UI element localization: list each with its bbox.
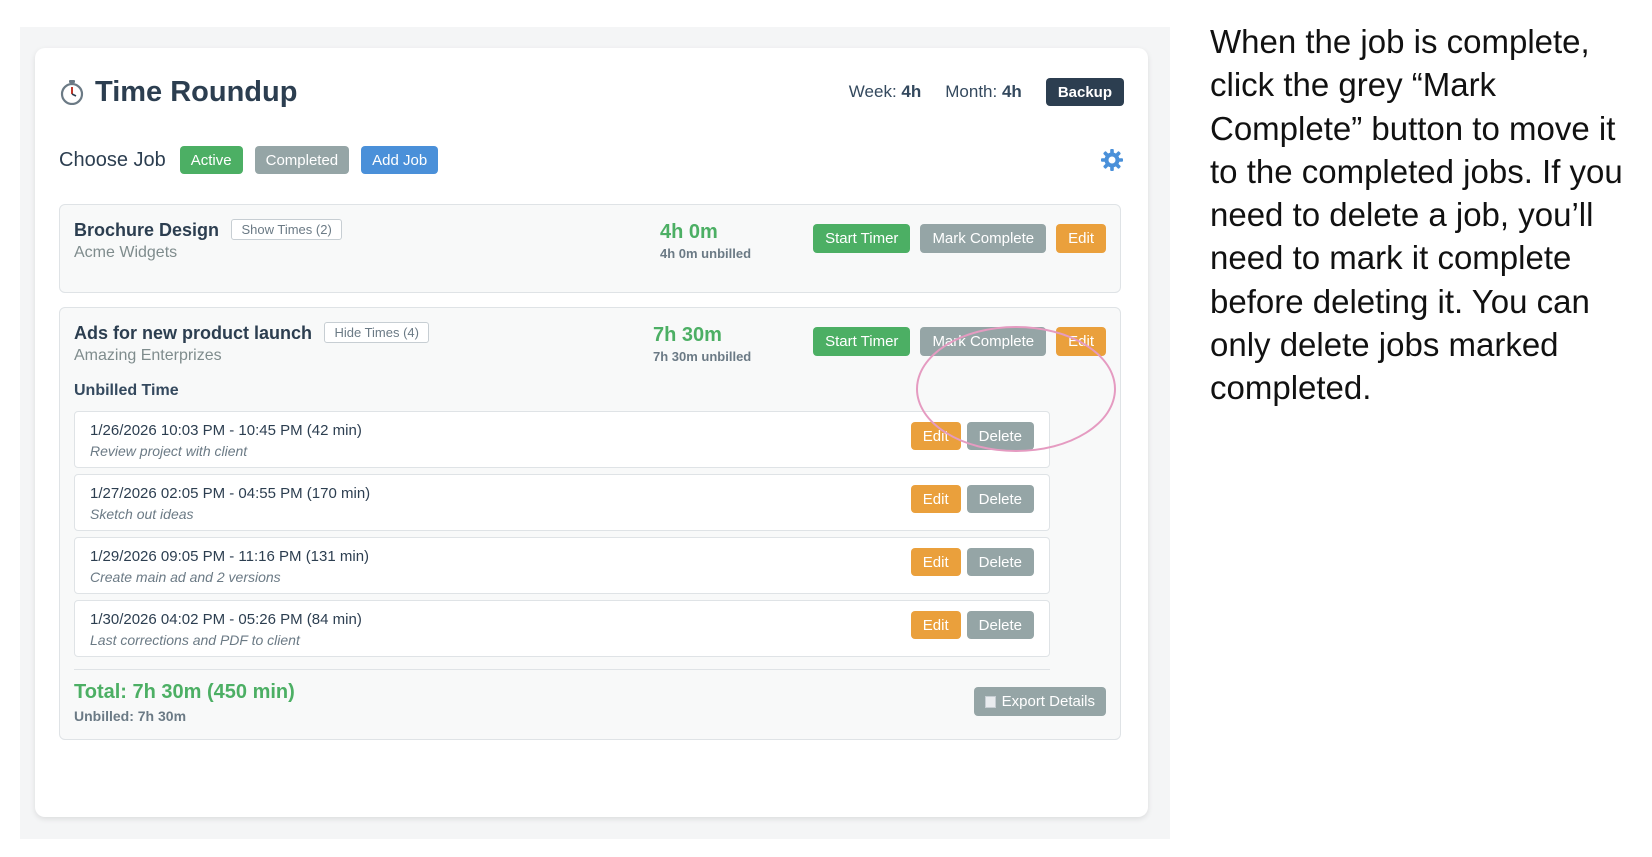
app-card: Time Roundup Week: 4h Month: 4h Backup C… xyxy=(35,48,1148,817)
header-stats: Week: 4h Month: 4h Backup xyxy=(849,78,1124,106)
filter-completed-button[interactable]: Completed xyxy=(254,146,350,174)
start-timer-button[interactable]: Start Timer xyxy=(813,224,911,253)
week-stat: Week: 4h xyxy=(849,82,921,102)
totals-divider xyxy=(74,669,1050,670)
choose-job-label: Choose Job xyxy=(59,148,166,171)
week-value: 4h xyxy=(901,82,922,101)
edit-job-button[interactable]: Edit xyxy=(1056,224,1106,253)
job-card: Brochure Design Show Times (2) Acme Widg… xyxy=(59,204,1121,293)
job-total: 7h 30m 7h 30m unbilled xyxy=(653,324,751,364)
month-stat: Month: 4h xyxy=(945,82,1022,102)
week-label: Week: xyxy=(848,82,897,101)
job-name: Brochure Design xyxy=(74,220,220,240)
time-entry-note: Review project with client xyxy=(90,443,248,459)
edit-entry-button[interactable]: Edit xyxy=(910,485,961,513)
edit-job-button[interactable]: Edit xyxy=(1056,327,1106,356)
job-total: 4h 0m 4h 0m unbilled xyxy=(660,221,751,261)
show-times-button[interactable]: Show Times (2) xyxy=(231,219,342,240)
time-entry-actions: Edit Delete xyxy=(910,422,1034,450)
add-job-button[interactable]: Add Job xyxy=(361,146,439,174)
edit-entry-button[interactable]: Edit xyxy=(910,422,961,450)
job-unbilled-time: 4h 0m unbilled xyxy=(660,246,752,261)
time-entry-note: Create main ad and 2 versions xyxy=(90,569,281,585)
mark-complete-button[interactable]: Mark Complete xyxy=(920,327,1047,356)
clipboard-icon xyxy=(984,695,996,708)
hide-times-button[interactable]: Hide Times (4) xyxy=(324,322,429,343)
instruction-text: When the job is complete, click the grey… xyxy=(1210,23,1623,407)
time-entry-actions: Edit Delete xyxy=(910,611,1034,639)
job-unbilled-time: 7h 30m unbilled xyxy=(653,349,752,364)
time-entry: 1/30/2026 04:02 PM - 05:26 PM (84 min) L… xyxy=(74,600,1050,657)
delete-entry-button[interactable]: Delete xyxy=(966,422,1034,450)
job-header: Brochure Design Show Times (2) Acme Widg… xyxy=(74,219,1106,265)
time-entry-range: 1/27/2026 02:05 PM - 04:55 PM (170 min) xyxy=(90,485,371,502)
export-details-label: Export Details xyxy=(1001,693,1095,710)
page-title: Time Roundup xyxy=(95,75,298,108)
unbilled-time-heading: Unbilled Time xyxy=(74,382,179,399)
delete-entry-button[interactable]: Delete xyxy=(966,611,1034,639)
grand-unbilled: Unbilled: 7h 30m xyxy=(74,708,187,724)
export-details-button[interactable]: Export Details xyxy=(973,687,1106,716)
time-entry: 1/27/2026 02:05 PM - 04:55 PM (170 min) … xyxy=(74,474,1050,531)
start-timer-button[interactable]: Start Timer xyxy=(813,327,911,356)
choose-job-row: Choose Job Active Completed Add Job xyxy=(59,144,1124,176)
month-label: Month: xyxy=(945,82,998,101)
time-entry-range: 1/26/2026 10:03 PM - 10:45 PM (42 min) xyxy=(90,422,362,439)
time-entry-list: 1/26/2026 10:03 PM - 10:45 PM (42 min) R… xyxy=(74,411,1050,663)
edit-entry-button[interactable]: Edit xyxy=(910,611,961,639)
job-name: Ads for new product launch xyxy=(74,323,313,343)
job-header: Ads for new product launch Hide Times (4… xyxy=(74,322,1106,368)
time-entry-actions: Edit Delete xyxy=(910,485,1034,513)
time-entry: 1/26/2026 10:03 PM - 10:45 PM (42 min) R… xyxy=(74,411,1050,468)
time-entry: 1/29/2026 09:05 PM - 11:16 PM (131 min) … xyxy=(74,537,1050,594)
time-entry-note: Sketch out ideas xyxy=(90,506,194,522)
job-card: Ads for new product launch Hide Times (4… xyxy=(59,307,1121,740)
delete-entry-button[interactable]: Delete xyxy=(966,548,1034,576)
time-entry-note: Last corrections and PDF to client xyxy=(90,632,300,648)
edit-entry-button[interactable]: Edit xyxy=(910,548,961,576)
job-total-time: 4h 0m xyxy=(660,221,718,243)
job-actions: Start Timer Mark Complete Edit xyxy=(813,224,1106,253)
stopwatch-icon xyxy=(59,79,85,106)
mark-complete-button[interactable]: Mark Complete xyxy=(920,224,1047,253)
delete-entry-button[interactable]: Delete xyxy=(966,485,1034,513)
job-actions: Start Timer Mark Complete Edit xyxy=(813,327,1106,356)
time-entry-range: 1/30/2026 04:02 PM - 05:26 PM (84 min) xyxy=(90,611,362,628)
time-entry-actions: Edit Delete xyxy=(910,548,1034,576)
backup-button[interactable]: Backup xyxy=(1045,78,1124,106)
grand-total: Total: 7h 30m (450 min) xyxy=(74,681,295,703)
filter-active-button[interactable]: Active xyxy=(179,146,243,174)
gear-icon[interactable] xyxy=(1100,148,1124,172)
job-total-time: 7h 30m xyxy=(653,324,722,346)
app-title-group: Time Roundup xyxy=(59,76,297,109)
app-header: Time Roundup Week: 4h Month: 4h Backup xyxy=(59,72,1124,112)
time-entry-range: 1/29/2026 09:05 PM - 11:16 PM (131 min) xyxy=(90,548,370,565)
month-value: 4h xyxy=(1001,82,1022,101)
